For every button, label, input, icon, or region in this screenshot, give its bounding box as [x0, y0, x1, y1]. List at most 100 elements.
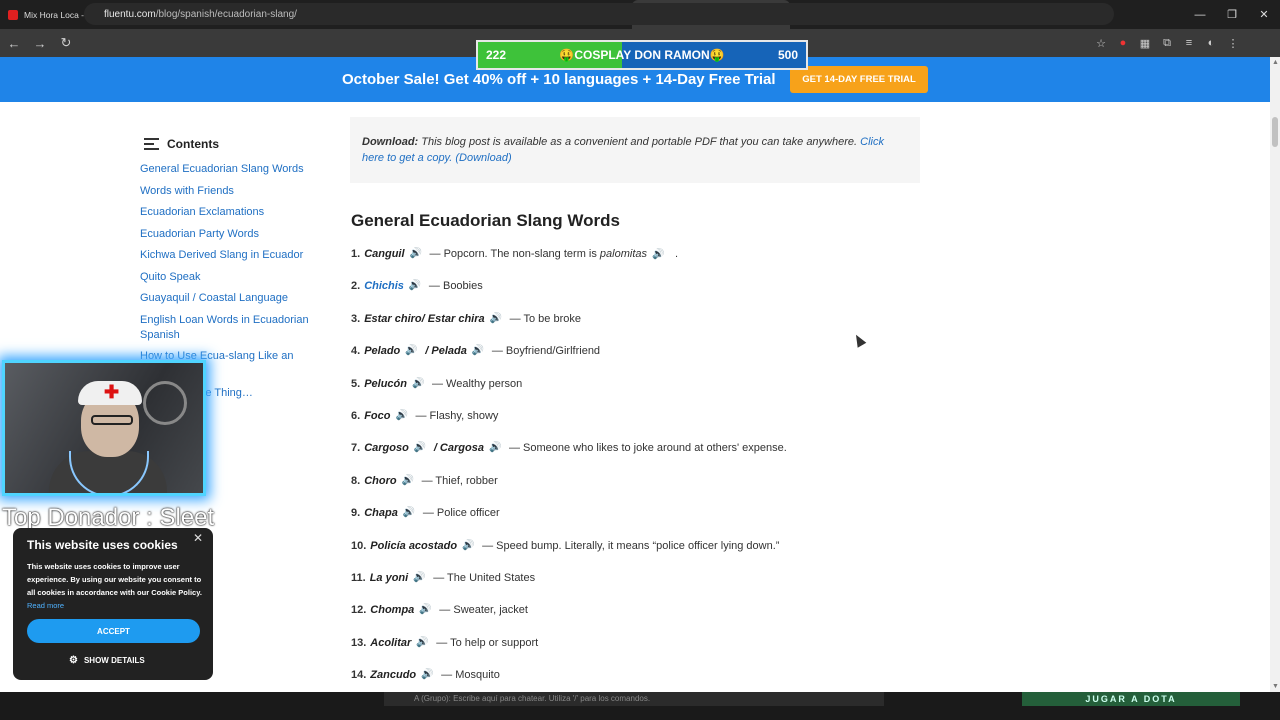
entry-definition: — To help or support	[436, 637, 538, 649]
definition-text: — Sweater, jacket	[439, 604, 528, 617]
entry-term: Estar chiro/ Estar chira	[364, 312, 485, 325]
speaker-icon[interactable]: 🔊	[462, 540, 476, 551]
definition-text: — Popcorn. The non-slang term is	[429, 248, 600, 260]
list-icon	[144, 138, 159, 150]
definition-text: — Speed bump. Literally, it means “polic…	[482, 539, 780, 552]
speaker-icon[interactable]: 🔊	[652, 249, 666, 260]
entry-term: Pelado	[364, 345, 401, 358]
restore-icon[interactable]: ❐	[1216, 0, 1248, 29]
entry-number: 5.	[351, 377, 361, 390]
speaker-icon[interactable]: 🔊	[402, 475, 416, 486]
download-text: This blog post is available as a conveni…	[421, 136, 858, 148]
speaker-icon[interactable]: 🔊	[414, 442, 428, 453]
speaker-icon[interactable]: 🔊	[472, 345, 486, 356]
cookie-title: This website uses cookies	[27, 538, 178, 552]
back-icon[interactable]: ←	[2, 31, 26, 55]
entry-term: Canguil	[364, 248, 405, 260]
toc-link[interactable]: Words with Friends	[140, 184, 310, 199]
slang-entry: 8. Choro 🔊 — Thief, robber	[351, 475, 787, 507]
extension-icon[interactable]: ▦	[1134, 32, 1156, 54]
puzzle-icon[interactable]: ⧉	[1156, 32, 1178, 54]
minimize-icon[interactable]: —	[1184, 0, 1216, 29]
definition-tail: .	[672, 248, 679, 260]
entry-number: 3.	[351, 312, 361, 325]
stream-goal-bar: 222 🤑COSPLAY DON RAMON🤑 500	[476, 40, 808, 70]
gear-icon: ⚙	[69, 655, 78, 666]
entry-term: La yoni	[369, 571, 409, 584]
speaker-icon[interactable]: 🔊	[405, 345, 419, 356]
toc-link[interactable]: Ecuadorian Party Words	[140, 227, 310, 242]
entry-definition: — To be broke	[510, 313, 581, 325]
stream-chat-strip: A (Grupo): Escribe aquí para chatear. Ut…	[0, 692, 1280, 720]
definition-text: — To help or support	[436, 636, 539, 649]
entry-term: Chapa	[364, 507, 398, 520]
cookie-banner: This website uses cookies ✕ This website…	[13, 528, 213, 680]
entry-number: 9.	[351, 507, 361, 520]
extension-bar: ☆ ● ▦ ⧉ ≡ ◐ ⋮	[1090, 29, 1244, 57]
address-bar[interactable]: fluentu.com/blog/spanish/ecuadorian-slan…	[84, 3, 1114, 25]
entry-number: 13.	[351, 636, 367, 649]
speaker-icon[interactable]: 🔊	[490, 313, 504, 324]
entry-number: 10.	[351, 539, 367, 552]
entry-definition: — Mosquito	[441, 669, 500, 681]
show-details-button[interactable]: ⚙ SHOW DETAILS	[69, 655, 145, 666]
speaker-icon[interactable]: 🔊	[421, 669, 435, 680]
toc-link[interactable]: English Loan Words in Ecuadorian Spanish	[140, 313, 310, 343]
slang-list: 1. Canguil 🔊 — Popcorn. The non-slang term …	[351, 248, 787, 701]
toc-link[interactable]: Kichwa Derived Slang in Ecuador	[140, 248, 310, 263]
definition-text: — Thief, robber	[421, 474, 498, 487]
close-window-icon[interactable]: ✕	[1248, 0, 1280, 29]
read-more-link[interactable]: Read more	[27, 601, 64, 610]
definition-text: — To be broke	[509, 312, 581, 325]
scroll-up-icon[interactable]: ▲	[1272, 59, 1279, 66]
scroll-down-icon[interactable]: ▼	[1272, 683, 1279, 690]
toc-link[interactable]: Ecuadorian Exclamations	[140, 205, 310, 220]
toc-link[interactable]: General Ecuadorian Slang Words	[140, 162, 310, 177]
speaker-icon[interactable]: 🔊	[403, 507, 417, 518]
entry-definition: — Wealthy person	[432, 378, 522, 390]
forward-icon[interactable]: →	[28, 31, 52, 55]
toc-link[interactable]: Guayaquil / Coastal Language	[140, 291, 310, 306]
play-dota-button[interactable]: JUGAR A DOTA	[1022, 692, 1240, 706]
entry-definition: — Someone who likes to joke around at ot…	[509, 442, 787, 454]
entry-term[interactable]: Chichis	[364, 280, 404, 292]
menu-icon[interactable]: ⋮	[1222, 32, 1244, 54]
toc-link[interactable]: Quito Speak	[140, 270, 310, 285]
speaker-icon[interactable]: 🔊	[409, 280, 423, 291]
speaker-icon[interactable]: 🔊	[419, 604, 433, 615]
free-trial-button[interactable]: GET 14-DAY FREE TRIAL	[790, 66, 928, 93]
scrollbar-thumb[interactable]	[1272, 117, 1278, 147]
goal-target: 500	[777, 48, 798, 62]
entry-number: 14.	[351, 669, 367, 682]
bookmark-star-icon[interactable]: ☆	[1090, 32, 1112, 54]
chat-input[interactable]: A (Grupo): Escribe aquí para chatear. Ut…	[384, 692, 884, 706]
entry-definition: — Boobies	[429, 280, 483, 292]
profile-icon[interactable]: ◐	[1200, 32, 1222, 54]
page-scrollbar[interactable]: ▲ ▼	[1270, 57, 1280, 692]
slang-entry: 5. Pelucón 🔊 — Wealthy person	[351, 378, 787, 410]
accept-button[interactable]: ACCEPT	[27, 619, 200, 643]
entry-term: Chompa	[370, 604, 415, 617]
cookie-body-text: This website uses cookies to improve use…	[27, 562, 202, 597]
speaker-icon[interactable]: 🔊	[412, 378, 426, 389]
extension-icon[interactable]: ●	[1112, 32, 1134, 54]
reload-icon[interactable]: ↻	[54, 31, 78, 55]
entry-number: 11.	[351, 571, 366, 584]
close-icon[interactable]: ✕	[193, 531, 203, 545]
entry-term: Choro	[364, 474, 397, 487]
slang-entry: 12. Chompa 🔊 — Sweater, jacket	[351, 604, 787, 636]
download-label: Download:	[362, 136, 419, 148]
speaker-icon[interactable]: 🔊	[410, 248, 424, 259]
toc-title: Contents	[167, 137, 219, 151]
speaker-icon[interactable]: 🔊	[489, 442, 503, 453]
definition-text: — Mosquito	[441, 669, 500, 682]
definition-text: — Boyfriend/Girlfriend	[491, 345, 601, 358]
speaker-icon[interactable]: 🔊	[416, 637, 430, 648]
entry-number: 7.	[351, 442, 361, 455]
speaker-icon[interactable]: 🔊	[395, 410, 409, 421]
entry-definition: — Thief, robber	[422, 475, 498, 487]
media-icon[interactable]: ≡	[1178, 32, 1200, 54]
entry-definition: — Police officer	[423, 507, 500, 519]
speaker-icon[interactable]: 🔊	[413, 572, 427, 583]
slang-entry: 2. Chichis 🔊 — Boobies	[351, 280, 787, 312]
